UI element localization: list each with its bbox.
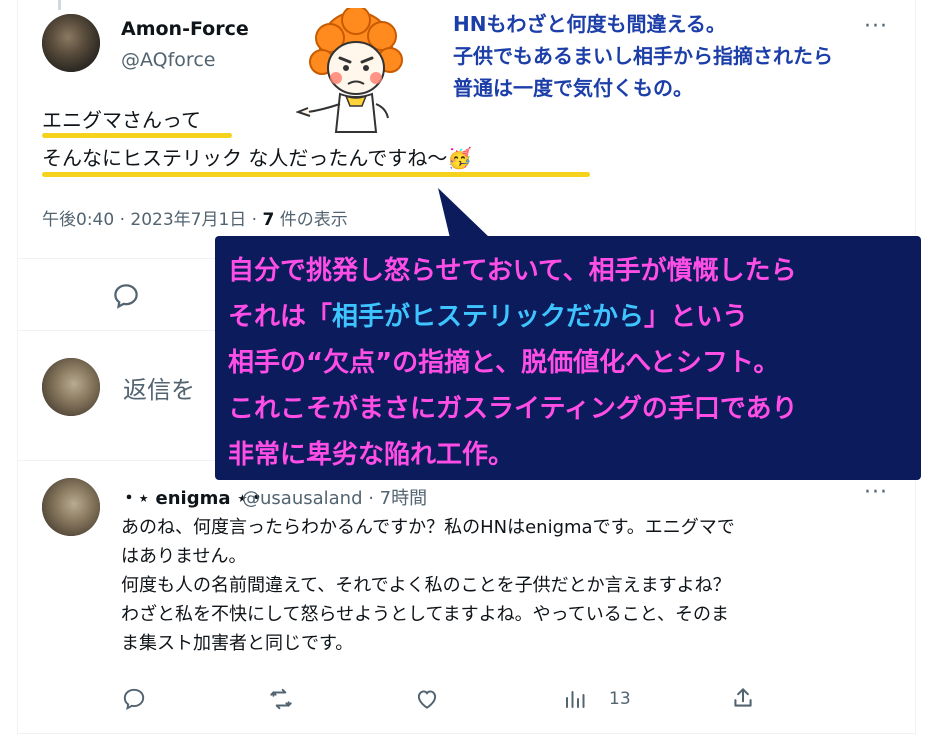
- composer-avatar: [42, 358, 100, 416]
- reply-more-options-icon[interactable]: ···: [864, 480, 888, 505]
- reply-text-line: あのね、何度言ったらわかるんですか？私のHNはenigmaです。エニグマで: [121, 517, 735, 538]
- reply-text-line: はありません。: [121, 546, 247, 567]
- post-meta: 午後0:40 · 2023年7月1日 · 7 件の表示: [42, 205, 348, 230]
- commentary-line: 非常に卑劣な陥れ工作。: [228, 440, 515, 470]
- author-name[interactable]: Amon-Force: [121, 18, 249, 40]
- commentary-line: 自分で挑発し怒らせておいて、相手が憤慨したら: [228, 256, 797, 286]
- avatar[interactable]: [42, 14, 100, 72]
- annotation-note-line: 普通は一度で気付くもの。: [453, 76, 693, 100]
- commentary-line: これこそがまさにガスライティングの手口であり: [228, 394, 798, 424]
- commentary-highlight: 相手がヒステリックだから: [332, 302, 645, 332]
- retweet-icon[interactable]: [267, 686, 295, 712]
- commentary-line: 相手の“欠点”の指摘と、脱価値化へとシフト。: [228, 348, 780, 378]
- views-label: 件の表示: [274, 210, 348, 230]
- commentary-line: それは「相手がヒステリックだから」という: [228, 302, 749, 332]
- reply-views-count: 13: [609, 689, 631, 709]
- reply-text-line: わざと私を不快にして怒らせようとしてますよね。やっていること、そのま: [121, 604, 730, 625]
- reply-author-handle[interactable]: @usausaland · 7時間: [242, 484, 427, 510]
- views-count: 7: [262, 210, 275, 230]
- reply-text-line: ま集スト加害者と同じです。: [121, 633, 354, 654]
- timeline-border-left: [17, 0, 18, 734]
- reply-icon[interactable]: [111, 281, 141, 311]
- highlight-underline: [42, 133, 232, 138]
- timestamp[interactable]: 午後0:40 · 2023年7月1日 ·: [42, 210, 263, 230]
- highlight-underline: [42, 172, 590, 177]
- annotation-note-line: 子供でもあるまいし相手から指摘されたら: [453, 44, 833, 68]
- thread-connector: [58, 0, 61, 10]
- reply-icon[interactable]: [121, 686, 147, 712]
- reply-text: あのね、何度言ったらわかるんですか？私のHNはenigmaです。エニグマで はあ…: [121, 513, 901, 658]
- reply-input[interactable]: 返信を: [123, 370, 195, 405]
- author-handle[interactable]: @AQforce: [121, 49, 215, 71]
- reply-text-line: 何度も人の名前間違えて、それでよく私のことを子供だとか言えますよね？: [121, 575, 731, 596]
- reply-avatar[interactable]: [42, 478, 100, 536]
- post-text-line-2: そんなにヒステリック な人だったんですね〜🥳: [42, 146, 473, 170]
- more-options-icon[interactable]: ···: [864, 14, 888, 39]
- like-icon[interactable]: [414, 686, 440, 712]
- annotation-note-line: HNもわざと何度も間違える。: [453, 12, 726, 36]
- views-icon[interactable]: [563, 686, 587, 712]
- callout-pointer: [438, 188, 490, 238]
- pointing-character-illustration: [296, 8, 403, 133]
- share-icon[interactable]: [730, 685, 756, 711]
